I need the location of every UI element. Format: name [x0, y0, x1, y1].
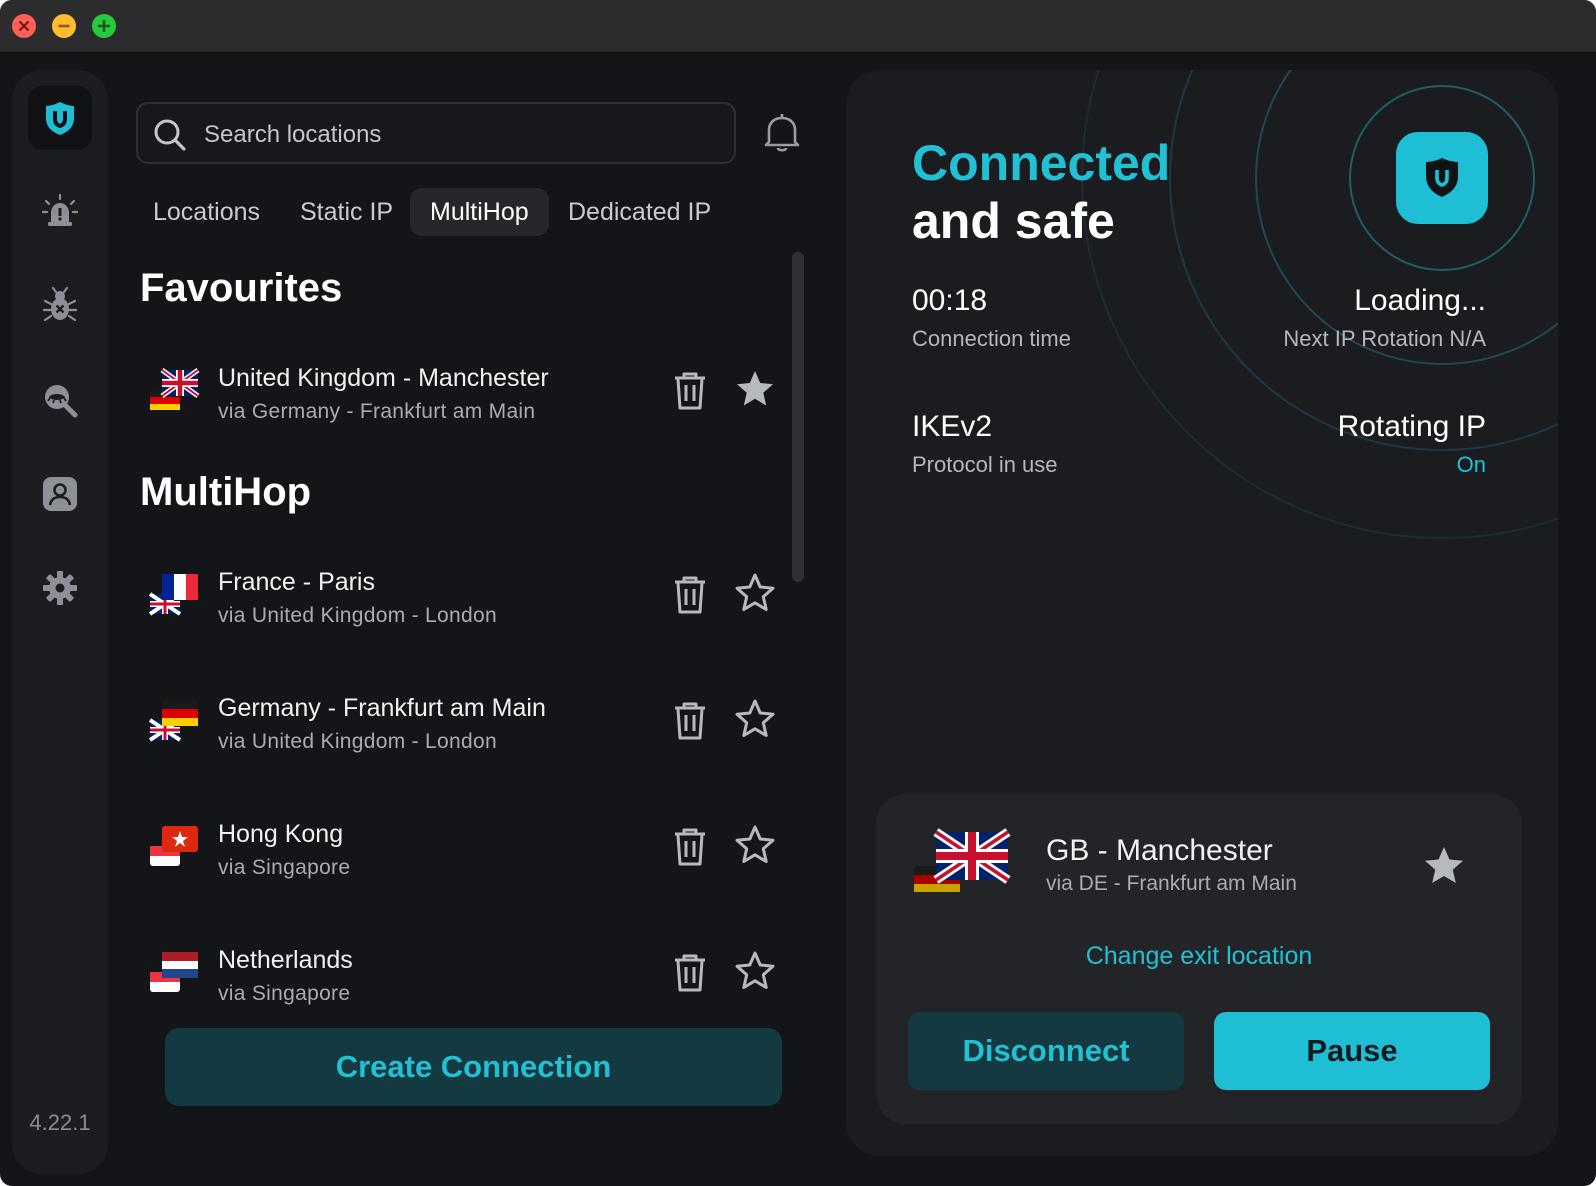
tab-multihop[interactable]: MultiHop: [410, 188, 549, 236]
title-bar: [0, 0, 1596, 53]
settings-gear-icon: [43, 571, 77, 605]
location-via: via United Kingdom - London: [218, 730, 497, 753]
sidebar-item-monitor[interactable]: [40, 380, 80, 420]
location-name: France - Paris: [218, 568, 375, 596]
account-icon: [43, 477, 77, 511]
protocol-value: IKEv2: [912, 410, 993, 443]
trash-icon[interactable]: [670, 700, 710, 742]
create-connection-button[interactable]: Create Connection: [165, 1028, 782, 1106]
sidebar: 4.22.1: [12, 70, 108, 1174]
app-version: 4.22.1: [29, 1110, 91, 1135]
current-connection-card: GB - Manchester via DE - Frankfurt am Ma…: [876, 794, 1522, 1124]
pause-button[interactable]: Pause: [1214, 1012, 1490, 1090]
bell-icon: [764, 114, 800, 152]
ip-rotation-value: Loading...: [1354, 284, 1486, 317]
location-via: via Singapore: [218, 856, 351, 879]
sidebar-item-alerts[interactable]: [40, 192, 80, 232]
connection-time-label: Connection time: [912, 326, 1071, 351]
location-name: Netherlands: [218, 946, 353, 974]
location-via: via Germany - Frankfurt am Main: [218, 400, 536, 423]
connection-time-value: 00:18: [912, 284, 988, 317]
multihop-row[interactable]: Hong Kong via Singapore: [140, 802, 780, 892]
shield-logo-icon: [46, 102, 74, 135]
trash-icon[interactable]: [670, 826, 710, 868]
app-window: 4.22.1 Search locations Locations Static…: [0, 0, 1596, 1186]
connection-status-subtitle: and safe: [912, 193, 1115, 249]
connection-status-title: Connected: [912, 135, 1171, 191]
multihop-heading: MultiHop: [140, 470, 312, 514]
bug-icon: [42, 286, 78, 322]
connected-location-name: GB - Manchester: [1046, 834, 1273, 867]
star-filled-icon[interactable]: [1422, 844, 1466, 888]
sidebar-item-threat-protection[interactable]: [40, 286, 80, 326]
locations-scrollbar[interactable]: [792, 252, 804, 582]
close-window-button[interactable]: [12, 14, 36, 38]
multihop-row[interactable]: Netherlands via Singapore: [140, 928, 780, 1018]
trash-icon[interactable]: [670, 952, 710, 994]
sidebar-item-home[interactable]: [28, 86, 92, 150]
close-icon: [18, 20, 30, 32]
status-panel: Connected and safe 00:18 Connection time…: [846, 70, 1558, 1156]
flag-fr-via-uk-icon: [148, 574, 198, 616]
sidebar-item-account[interactable]: [40, 474, 80, 514]
rotating-ip-title: Rotating IP: [1337, 410, 1486, 443]
favourites-heading: Favourites: [140, 266, 343, 310]
star-outline-icon[interactable]: [734, 572, 776, 614]
connected-shield-badge: [1396, 132, 1488, 224]
star-filled-icon[interactable]: [734, 368, 776, 410]
rotating-ip-state[interactable]: On: [1457, 452, 1486, 478]
ip-rotation-label: Next IP Rotation N/A: [1283, 326, 1486, 351]
search-icon: [154, 119, 186, 151]
maximize-icon: [98, 20, 110, 32]
flag-nl-via-sg-icon: [150, 952, 198, 992]
notifications-button[interactable]: [760, 110, 804, 159]
location-via: via Singapore: [218, 982, 351, 1005]
tab-locations[interactable]: Locations: [133, 188, 280, 236]
multihop-row[interactable]: Germany - Frankfurt am Main via United K…: [140, 676, 780, 766]
location-name: Hong Kong: [218, 820, 344, 848]
connected-location-via: via DE - Frankfurt am Main: [1046, 872, 1297, 895]
multihop-row[interactable]: France - Paris via United Kingdom - Lond…: [140, 550, 780, 640]
star-outline-icon[interactable]: [734, 950, 776, 992]
tab-static-ip[interactable]: Static IP: [280, 188, 413, 236]
shield-icon: [1426, 158, 1458, 197]
protocol-label: Protocol in use: [912, 452, 1058, 477]
trash-icon[interactable]: [670, 574, 710, 616]
star-outline-icon[interactable]: [734, 698, 776, 740]
location-name: Germany - Frankfurt am Main: [218, 694, 546, 722]
star-outline-icon[interactable]: [734, 824, 776, 866]
sidebar-item-settings[interactable]: [40, 568, 80, 608]
search-placeholder: Search locations: [204, 121, 382, 148]
flag-uk-via-de-icon: [150, 367, 200, 410]
tab-dedicated-ip[interactable]: Dedicated IP: [548, 188, 731, 236]
flag-gb-via-de-icon: [914, 828, 1011, 892]
flag-hk-via-sg-icon: [150, 826, 198, 866]
disconnect-button[interactable]: Disconnect: [908, 1012, 1184, 1090]
minimize-icon: [58, 24, 70, 28]
location-name: United Kingdom - Manchester: [218, 364, 549, 392]
locations-panel: Search locations Locations Static IP Mul…: [120, 70, 826, 1174]
search-input[interactable]: Search locations: [136, 102, 736, 164]
search-eye-icon: [45, 385, 78, 418]
maximize-window-button[interactable]: [92, 14, 116, 38]
trash-icon[interactable]: [670, 370, 710, 412]
alarm-icon: [41, 193, 79, 226]
minimize-window-button[interactable]: [52, 14, 76, 38]
favourite-row[interactable]: United Kingdom - Manchester via Germany …: [140, 346, 780, 436]
change-exit-location-link[interactable]: Change exit location: [876, 942, 1522, 971]
location-via: via United Kingdom - London: [218, 604, 497, 627]
flag-de-via-uk-icon: [148, 700, 198, 742]
